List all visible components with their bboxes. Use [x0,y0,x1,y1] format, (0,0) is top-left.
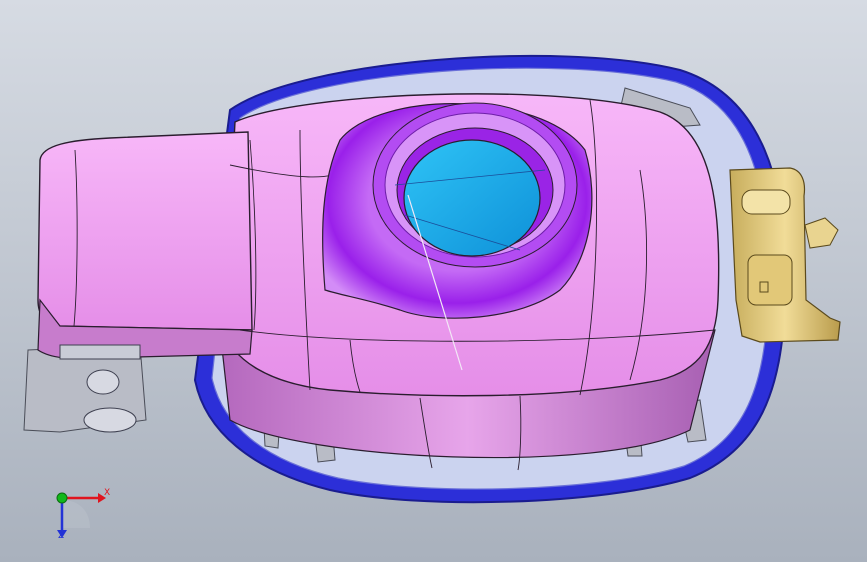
3d-viewport[interactable]: X Z [0,0,867,562]
z-axis-label: Z [58,531,65,541]
filler-opening[interactable] [403,139,541,257]
x-axis-label: X [104,488,111,498]
model-canvas[interactable] [0,0,867,562]
hinge-arm[interactable] [37,131,253,331]
y-axis-dot [56,492,68,504]
coordinate-triad: X Z [40,478,120,548]
triad-plane [62,500,90,528]
